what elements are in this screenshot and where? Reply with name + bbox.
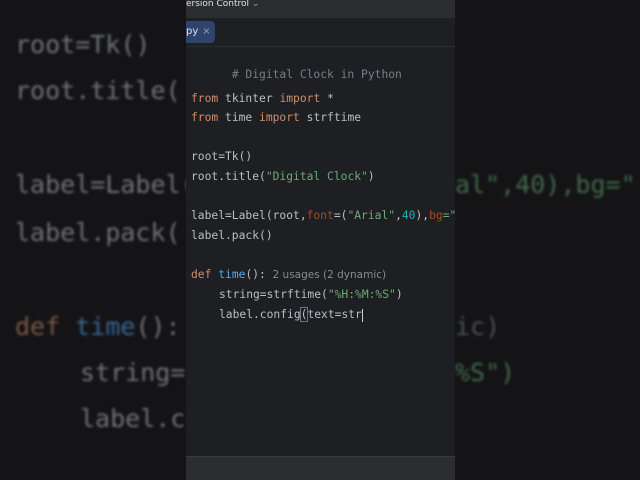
bg-text: al",40),bg=": [455, 170, 636, 199]
string-literal: "Arial": [347, 209, 396, 222]
bg-line-def: def time():: [15, 312, 181, 341]
bg-line-config: label.c: [80, 404, 186, 433]
string-literal: "%H:%M:%S": [327, 288, 396, 301]
chevron-down-icon[interactable]: ⌄: [252, 0, 260, 9]
bg-line-def-right: ic): [455, 312, 500, 341]
code-text: label.pack(): [191, 229, 273, 242]
string-literal: =": [442, 209, 455, 222]
bg-line-label-right: al",40),bg=": [455, 170, 636, 199]
tab-label: py: [186, 26, 199, 37]
code-line-7: root.title("Digital Clock"): [191, 169, 375, 185]
ide-window: ersion Control ⌄ py × # Digital Clock in…: [186, 0, 455, 480]
code-text: label=Label(root,: [191, 209, 307, 222]
code-line-9: label=Label(root,font=("Arial",40),bg=": [191, 208, 455, 224]
keyword: import: [259, 111, 300, 124]
bg-text: label=Label(: [15, 170, 196, 199]
bg-line-title: root.title(: [15, 76, 181, 105]
code-text: *: [320, 92, 334, 105]
bg-kw: def: [15, 312, 61, 341]
keyword: import: [279, 92, 321, 105]
bg-line-string-right: %S"): [455, 358, 515, 387]
bg-line-label: label=Label(: [15, 170, 196, 199]
title-bar: ersion Control ⌄: [186, 0, 455, 18]
code-line-13: string=strftime("%H:%M:%S"): [219, 287, 403, 303]
keyword: from: [191, 92, 219, 105]
bg-line-root: root=Tk(): [15, 30, 151, 59]
code-line-12: def time(): 2 usages (2 dynamic): [191, 267, 386, 283]
code-text: label.config: [219, 308, 301, 321]
vcs-menu[interactable]: ersion Control: [186, 0, 249, 9]
param-name: bg: [429, 209, 443, 222]
code-line-4: from time import strftime: [191, 110, 361, 126]
close-icon[interactable]: ×: [202, 21, 210, 43]
bg-hint: ic): [455, 312, 501, 341]
bg-line-pack: label.pack(: [15, 218, 181, 247]
function-name: time: [218, 268, 246, 281]
code-text: strftime: [299, 111, 362, 124]
code-text: tkinter: [218, 92, 280, 105]
string-literal: "Digital Clock": [265, 170, 368, 183]
bg-fn: time: [75, 312, 136, 341]
code-line-14: label.config(text=str: [219, 307, 363, 323]
usages-hint[interactable]: 2 usages (2 dynamic): [266, 269, 387, 281]
number-literal: 40: [401, 209, 416, 222]
bg-line-string: string=: [80, 358, 186, 387]
keyword: def: [191, 268, 212, 281]
code-text: text=str: [307, 308, 362, 321]
text-caret: [361, 308, 363, 322]
editor-tab[interactable]: py ×: [186, 21, 215, 43]
code-text: ): [395, 288, 403, 301]
code-line-1: # Digital Clock in Python: [191, 51, 402, 81]
status-bar: [186, 456, 455, 480]
code-text: root=Tk(): [191, 150, 253, 163]
bg-text: ():: [135, 312, 181, 341]
code-line-3: from tkinter import *: [191, 91, 334, 107]
code-text: ),: [415, 209, 430, 222]
keyword: from: [191, 111, 219, 124]
code-line-6: root=Tk(): [191, 149, 252, 165]
code-line-10: label.pack(): [191, 228, 273, 244]
code-text: time: [218, 111, 260, 124]
code-text: ,: [395, 209, 402, 222]
code-text: =(: [333, 209, 348, 222]
param-name: font: [306, 209, 334, 222]
comment: # Digital Clock in Python: [231, 68, 402, 81]
code-text: ): [367, 170, 375, 183]
tab-bar: py ×: [186, 18, 455, 47]
code-editor[interactable]: # Digital Clock in Python from tkinter i…: [186, 46, 455, 456]
code-text: ():: [245, 268, 266, 281]
code-text: string=strftime(: [219, 288, 328, 301]
bg-str: %S"): [455, 358, 516, 387]
code-text: root.title(: [191, 170, 266, 183]
